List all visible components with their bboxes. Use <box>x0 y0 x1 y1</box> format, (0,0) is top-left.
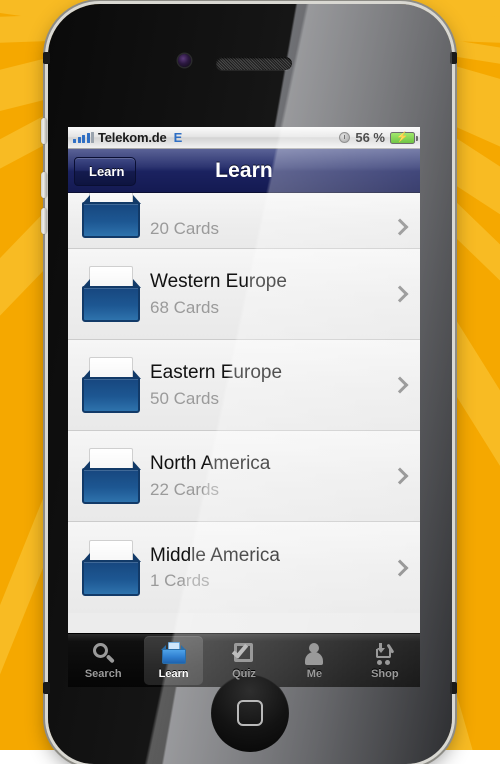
list-item[interactable]: North America 22 Cards <box>68 431 420 522</box>
antenna-band-notch <box>43 682 50 694</box>
list-item-text: Eastern Europe 50 Cards <box>150 361 394 409</box>
chevron-right-icon <box>392 286 409 303</box>
tab-search[interactable]: Search <box>68 634 138 687</box>
tab-label: Quiz <box>232 668 256 680</box>
checkbox-checked-icon <box>231 642 257 666</box>
alarm-clock-icon <box>339 132 350 143</box>
list-item-subtitle: 50 Cards <box>150 389 394 409</box>
antenna-band-notch <box>43 52 50 64</box>
tab-me[interactable]: Me <box>279 634 349 687</box>
card-tray-icon <box>80 265 142 323</box>
list-item-title: Middle America <box>150 544 394 568</box>
list-item-text: North America 22 Cards <box>150 452 394 500</box>
battery-charging-icon: ⚡ <box>390 132 415 144</box>
tab-label: Me <box>307 668 322 680</box>
iphone-device-frame: Telekom.de E 56 % ⚡ Learn Learn <box>48 4 452 764</box>
tab-label: Shop <box>371 668 399 680</box>
antenna-band-notch <box>450 682 457 694</box>
front-camera-icon <box>178 54 191 67</box>
card-tray-icon <box>80 356 142 414</box>
back-button-label: Learn <box>89 164 124 179</box>
tab-shop[interactable]: Shop <box>350 634 420 687</box>
home-square-icon <box>237 700 263 726</box>
list-item[interactable]: Middle America 1 Cards <box>68 522 420 613</box>
list-item-title: Western Europe <box>150 270 394 294</box>
chevron-right-icon <box>392 219 409 236</box>
list-item-subtitle: 22 Cards <box>150 480 394 500</box>
person-icon <box>301 642 327 666</box>
tab-learn[interactable]: Learn <box>138 634 208 687</box>
card-tray-icon <box>80 447 142 505</box>
search-icon <box>90 642 116 666</box>
antenna-band-notch <box>450 52 457 64</box>
status-bar-right-group: 56 % ⚡ <box>339 130 415 145</box>
silent-switch[interactable] <box>41 118 47 144</box>
tab-label: Search <box>85 668 122 680</box>
status-bar: Telekom.de E 56 % ⚡ <box>68 127 420 149</box>
card-tray-icon <box>80 539 142 597</box>
list-item-title: North America <box>150 452 394 476</box>
list-item-subtitle: 20 Cards <box>150 219 394 239</box>
earpiece-speaker <box>216 57 292 70</box>
list-item-text: 20 Cards <box>150 219 394 239</box>
lightning-bolt-icon: ⚡ <box>396 133 408 143</box>
phone-screen: Telekom.de E 56 % ⚡ Learn Learn <box>68 127 420 687</box>
list-item-title: Eastern Europe <box>150 361 394 385</box>
chevron-right-icon <box>392 377 409 394</box>
tab-bar: Search Learn Quiz <box>68 633 420 687</box>
navigation-bar: Learn Learn <box>68 149 420 193</box>
volume-up-button[interactable] <box>41 172 47 198</box>
home-button[interactable] <box>211 674 289 752</box>
list-item-subtitle: 68 Cards <box>150 298 394 318</box>
list-item[interactable]: 20 Cards <box>68 193 420 249</box>
signal-strength-icon <box>73 132 94 143</box>
chevron-right-icon <box>392 468 409 485</box>
list-item-text: Middle America 1 Cards <box>150 544 394 592</box>
list-item[interactable]: Eastern Europe 50 Cards <box>68 340 420 431</box>
list-item-text: Western Europe 68 Cards <box>150 270 394 318</box>
back-button[interactable]: Learn <box>74 157 136 186</box>
card-tray-icon <box>80 193 142 239</box>
tab-label: Learn <box>159 668 189 680</box>
page-title: Learn <box>215 159 273 183</box>
battery-percentage: 56 % <box>355 130 385 145</box>
list-item-subtitle: 1 Cards <box>150 571 394 591</box>
deck-list[interactable]: 20 Cards Western Europe 68 Cards <box>68 193 420 633</box>
network-type-indicator: E <box>174 130 183 145</box>
chevron-right-icon <box>392 559 409 576</box>
list-item[interactable]: Western Europe 68 Cards <box>68 249 420 340</box>
volume-down-button[interactable] <box>41 208 47 234</box>
cart-download-icon <box>372 642 398 666</box>
card-tray-icon <box>161 642 187 666</box>
carrier-name: Telekom.de <box>98 130 167 145</box>
